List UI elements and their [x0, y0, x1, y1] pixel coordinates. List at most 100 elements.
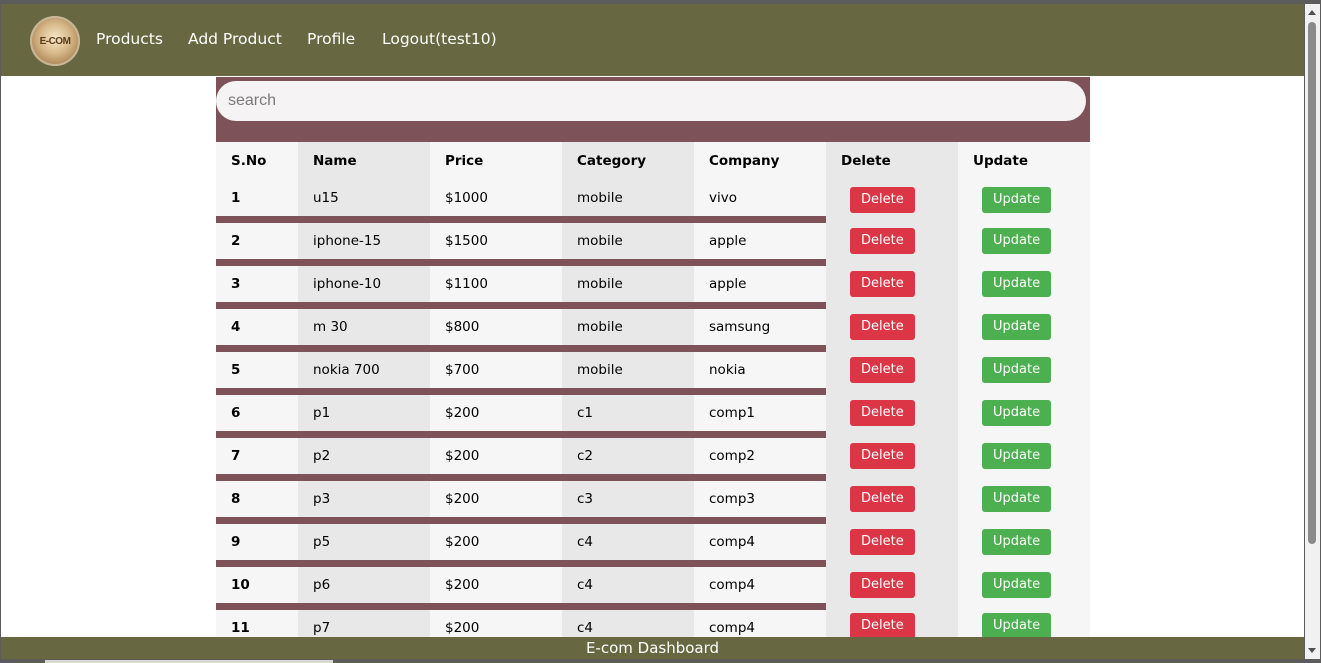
table-row: 3 iphone-10 $1100 mobile apple Delete Update [216, 259, 1090, 306]
cell-update: Update [958, 348, 1090, 392]
delete-button[interactable]: Delete [850, 572, 915, 598]
update-button[interactable]: Update [982, 613, 1052, 639]
top-nav: E-COM Products Add Product Profile Logou… [1, 4, 1304, 76]
cell-delete: Delete [826, 520, 958, 564]
header-name: Name [298, 142, 430, 180]
cell-update: Update [958, 180, 1090, 220]
page-scrollbar[interactable] [1305, 4, 1320, 659]
nav-link-logout[interactable]: Logout(test10) [382, 30, 497, 48]
cell-sno: 9 [216, 517, 298, 564]
delete-button[interactable]: Delete [850, 228, 915, 254]
cell-company: comp2 [694, 431, 826, 478]
cell-price: $200 [430, 388, 562, 435]
cell-category: c4 [562, 560, 694, 607]
scroll-thumb[interactable] [1308, 22, 1316, 544]
header-company: Company [694, 142, 826, 180]
scroll-down-arrow-icon[interactable] [1308, 648, 1316, 653]
cell-delete: Delete [826, 262, 958, 306]
delete-button[interactable]: Delete [850, 486, 915, 512]
cell-price: $200 [430, 603, 562, 639]
delete-button[interactable]: Delete [850, 186, 915, 213]
cell-company: comp4 [694, 560, 826, 607]
cell-delete: Delete [826, 606, 958, 639]
nav-link-add-product[interactable]: Add Product [188, 30, 282, 48]
update-button[interactable]: Update [982, 486, 1052, 512]
cell-sno: 1 [216, 180, 298, 220]
cell-price: $200 [430, 517, 562, 564]
cell-update: Update [958, 219, 1090, 263]
cell-company: apple [694, 259, 826, 306]
cell-company: comp4 [694, 603, 826, 639]
update-button[interactable]: Update [982, 271, 1052, 297]
nav-link-profile[interactable]: Profile [307, 30, 355, 48]
update-button[interactable]: Update [982, 400, 1052, 426]
cell-sno: 10 [216, 560, 298, 607]
delete-button[interactable]: Delete [850, 613, 915, 639]
cell-company: comp3 [694, 474, 826, 521]
delete-button[interactable]: Delete [850, 314, 915, 340]
browser-window: E-COM Products Add Product Profile Logou… [1, 4, 1304, 659]
cell-delete: Delete [826, 563, 958, 607]
delete-button[interactable]: Delete [850, 400, 915, 426]
scroll-up-arrow-icon[interactable] [1308, 10, 1316, 15]
cell-update: Update [958, 477, 1090, 521]
cell-price: $200 [430, 560, 562, 607]
search-input[interactable] [216, 81, 1086, 121]
delete-button[interactable]: Delete [850, 271, 915, 297]
cell-company: nokia [694, 345, 826, 392]
main-content: S.No Name Price Category Company Delete … [216, 77, 1090, 639]
header-update: Update [958, 142, 1090, 180]
cell-company: comp1 [694, 388, 826, 435]
cell-company: samsung [694, 302, 826, 349]
cell-sno: 2 [216, 216, 298, 263]
delete-button[interactable]: Delete [850, 529, 915, 555]
cell-category: c1 [562, 388, 694, 435]
update-button[interactable]: Update [982, 228, 1052, 254]
cell-category: c2 [562, 431, 694, 478]
cell-delete: Delete [826, 180, 958, 220]
logo[interactable]: E-COM [30, 16, 80, 66]
cell-name: p5 [298, 517, 430, 564]
table-row: 11 p7 $200 c4 comp4 Delete Update [216, 603, 1090, 639]
table-row: 10 p6 $200 c4 comp4 Delete Update [216, 560, 1090, 607]
cell-name: m 30 [298, 302, 430, 349]
delete-button[interactable]: Delete [850, 443, 915, 469]
table-row: 9 p5 $200 c4 comp4 Delete Update [216, 517, 1090, 564]
cell-update: Update [958, 262, 1090, 306]
cell-sno: 8 [216, 474, 298, 521]
cell-category: c3 [562, 474, 694, 521]
cell-name: iphone-15 [298, 216, 430, 263]
table-row: 1 u15 $1000 mobile vivo Delete Update [216, 180, 1090, 220]
cell-company: vivo [694, 180, 826, 220]
update-button[interactable]: Update [982, 357, 1052, 383]
search-bar [216, 77, 1090, 142]
cell-name: nokia 700 [298, 345, 430, 392]
cell-delete: Delete [826, 219, 958, 263]
cell-price: $700 [430, 345, 562, 392]
nav-link-products[interactable]: Products [96, 30, 163, 48]
cell-price: $200 [430, 431, 562, 478]
cell-name: p3 [298, 474, 430, 521]
cell-category: mobile [562, 259, 694, 306]
table-row: 4m 30 $800 mobile samsung Delete Update [216, 302, 1090, 349]
cell-price: $200 [430, 474, 562, 521]
update-button[interactable]: Update [982, 529, 1052, 555]
header-delete: Delete [826, 142, 958, 180]
footer: E-com Dashboard [1, 637, 1304, 659]
cell-delete: Delete [826, 305, 958, 349]
products-table: S.No Name Price Category Company Delete … [216, 142, 1090, 639]
cell-price: $1000 [430, 180, 562, 220]
cell-update: Update [958, 520, 1090, 564]
delete-button[interactable]: Delete [850, 357, 915, 383]
cell-category: mobile [562, 180, 694, 220]
cell-name: p7 [298, 603, 430, 639]
cell-name: p2 [298, 431, 430, 478]
update-button[interactable]: Update [982, 186, 1052, 213]
update-button[interactable]: Update [982, 572, 1052, 598]
update-button[interactable]: Update [982, 443, 1052, 469]
cell-company: apple [694, 216, 826, 263]
cell-category: mobile [562, 345, 694, 392]
table-row: 2 iphone-15 $1500 mobile apple Delete Update [216, 216, 1090, 263]
cell-delete: Delete [826, 434, 958, 478]
update-button[interactable]: Update [982, 314, 1052, 340]
